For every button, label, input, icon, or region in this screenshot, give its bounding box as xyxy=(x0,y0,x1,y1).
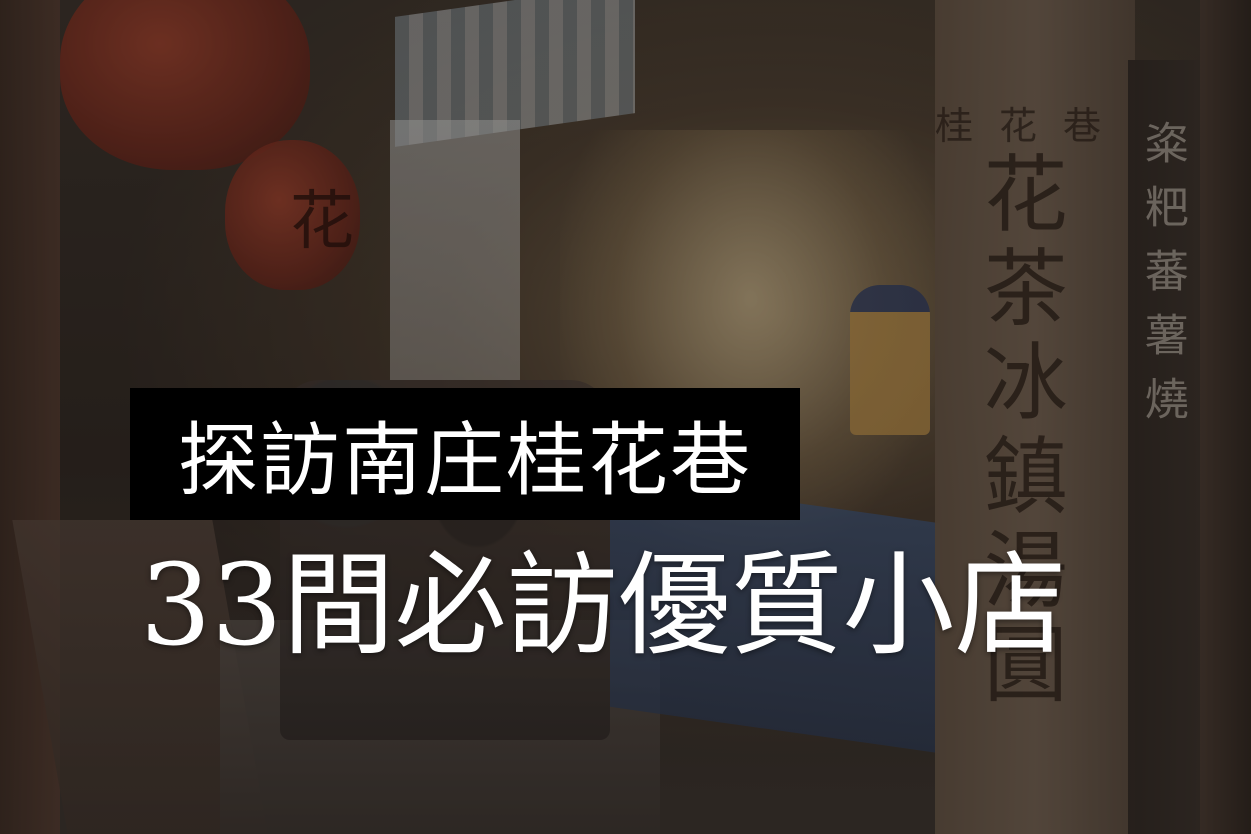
title-box: 探訪南庄桂花巷 xyxy=(130,388,800,520)
page-subtitle: 33間必訪優質小店 xyxy=(140,541,1067,671)
page-title: 探訪南庄桂花巷 xyxy=(178,414,752,507)
banner-image: 花 桂花巷 花茶冰鎮湯圓 粢粑蕃薯燒 探訪南庄桂花巷 33間必訪優質小店 xyxy=(0,0,1251,834)
